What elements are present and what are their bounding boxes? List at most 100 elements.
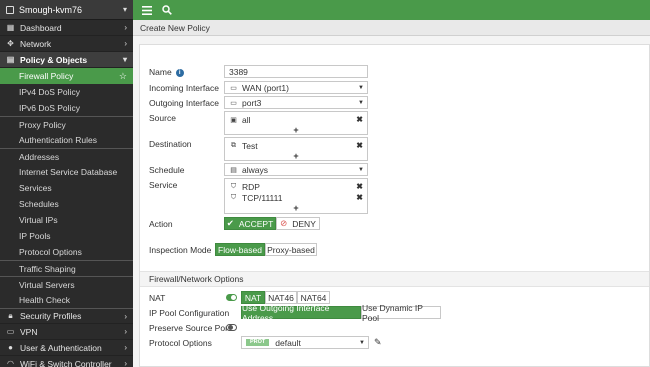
nav-dashboard[interactable]: ▦ Dashboard › (0, 20, 133, 36)
use-dynamic-ip-pool-button[interactable]: Use Dynamic IP Pool (361, 303, 441, 323)
destination-field[interactable]: ⧉ Test ✖ + (224, 137, 368, 161)
sidebar-item-ipv4-dos[interactable]: IPv4 DoS Policy (0, 84, 133, 100)
remove-icon[interactable]: ✖ (356, 115, 363, 124)
page-title: Create New Policy (133, 20, 650, 36)
name-label-text: Name (149, 67, 172, 77)
sidebar-item-label: Health Check (19, 295, 71, 305)
remove-icon[interactable]: ✖ (356, 141, 363, 150)
virtual-ip-icon: ⧉ (231, 141, 236, 149)
inspection-label: Inspection Mode (149, 245, 212, 255)
hamburger-menu-icon[interactable] (139, 2, 155, 18)
service-entry: ⛉ TCP/11111 ✖ (229, 192, 363, 203)
service-value: TCP/11111 (242, 192, 283, 203)
sidebar-item-firewall-policy[interactable]: Firewall Policy ☆ (0, 68, 133, 84)
source-label: Source (149, 113, 176, 123)
schedule-select[interactable]: ▤ always ▼ (224, 163, 368, 176)
star-icon[interactable]: ☆ (119, 71, 127, 82)
sidebar-item-addresses[interactable]: Addresses (0, 148, 133, 164)
nav-vpn-label: VPN (20, 326, 38, 337)
sidebar: Smough-kvm76 ▾ ▦ Dashboard › ✥ Network ›… (0, 0, 133, 367)
sidebar-item-ipv6-dos[interactable]: IPv6 DoS Policy (0, 100, 133, 116)
sidebar-item-health-check[interactable]: Health Check (0, 292, 133, 308)
port-icon: ▭ (230, 84, 237, 92)
incoming-interface-select[interactable]: ▭ WAN (port1) ▼ (224, 81, 368, 94)
flow-based-button[interactable]: Flow-based (215, 243, 265, 256)
nat-toggle[interactable] (226, 294, 237, 301)
sidebar-item-services[interactable]: Services (0, 180, 133, 196)
sidebar-item-label: Virtual IPs (19, 215, 58, 225)
sidebar-item-label: Schedules (19, 199, 59, 209)
service-entry: ⛉ RDP ✖ (229, 181, 363, 192)
device-selector[interactable]: Smough-kvm76 ▾ (0, 0, 133, 20)
nat-label: NAT (149, 293, 166, 303)
address-icon: ▣ (230, 116, 237, 124)
caret-down-icon: ▼ (358, 166, 364, 173)
nav-vpn[interactable]: ▭ VPN › (0, 324, 133, 340)
use-outgoing-interface-button[interactable]: Use Outgoing Interface Address (241, 303, 361, 323)
info-icon[interactable]: i (175, 68, 184, 77)
inspection-row: Inspection Mode (149, 245, 224, 255)
add-source-button[interactable]: + (229, 125, 363, 135)
remove-icon[interactable]: ✖ (356, 193, 363, 202)
dashboard-icon: ▦ (6, 23, 15, 32)
incoming-value: WAN (port1) (242, 82, 289, 93)
nav-security-profiles[interactable]: 🔒︎ Security Profiles › (0, 308, 133, 324)
nav-security-profiles-label: Security Profiles (20, 311, 82, 321)
sidebar-item-schedules[interactable]: Schedules (0, 196, 133, 212)
destination-label: Destination (149, 139, 192, 149)
service-row: Service (149, 180, 224, 190)
chevron-right-icon: › (124, 359, 127, 367)
outgoing-label: Outgoing Interface (149, 98, 219, 108)
sidebar-item-label: Addresses (19, 151, 60, 162)
edit-pencil-icon[interactable]: ✎ (374, 337, 382, 348)
deny-button[interactable]: ⊘ DENY (276, 217, 320, 230)
sidebar-item-virtual-ips[interactable]: Virtual IPs (0, 212, 133, 228)
sidebar-item-ip-pools[interactable]: IP Pools (0, 228, 133, 244)
sidebar-item-label: Proxy Policy (19, 119, 66, 130)
deny-label: DENY (292, 218, 316, 229)
sidebar-item-isdb[interactable]: Internet Service Database (0, 164, 133, 180)
name-input[interactable]: 3389 (224, 65, 368, 78)
chevron-down-icon: ▾ (122, 55, 127, 64)
sidebar-item-auth-rules[interactable]: Authentication Rules (0, 132, 133, 148)
policy-form: Name i 3389 Incoming Interface ▭ WAN (port… (139, 44, 650, 367)
nav-user-auth[interactable]: ● User & Authentication › (0, 340, 133, 356)
remove-icon[interactable]: ✖ (356, 182, 363, 191)
protocol-options-value: default (275, 337, 301, 348)
outgoing-row: Outgoing Interface (149, 98, 224, 108)
preserve-source-port-toggle[interactable] (226, 324, 237, 331)
device-name: Smough-kvm76 (19, 4, 83, 15)
nav-policy-objects[interactable]: ▤ Policy & Objects ▾ (0, 52, 133, 68)
nav-network[interactable]: ✥ Network › (0, 36, 133, 52)
chevron-down-icon: ▾ (122, 5, 127, 14)
sidebar-item-protocol-options[interactable]: Protocol Options (0, 244, 133, 260)
service-icon: ⛉ (230, 193, 237, 201)
sidebar-item-virtual-servers[interactable]: Virtual Servers (0, 276, 133, 292)
nav-wifi-switch[interactable]: ◠ WiFi & Switch Controller › (0, 356, 133, 367)
service-field[interactable]: ⛉ RDP ✖ ⛉ TCP/11111 ✖ + (224, 178, 368, 214)
name-value: 3389 (229, 66, 248, 77)
service-label: Service (149, 180, 178, 190)
add-destination-button[interactable]: + (229, 151, 363, 161)
chevron-right-icon: › (124, 23, 127, 32)
name-label: Name i (149, 67, 224, 77)
protocol-badge: PROT (246, 339, 270, 346)
chevron-right-icon: › (124, 311, 127, 321)
search-icon[interactable] (159, 2, 175, 18)
protocol-options-select[interactable]: PROT default ▼ (241, 336, 369, 349)
sidebar-item-traffic-shaping[interactable]: Traffic Shaping (0, 260, 133, 276)
source-row: Source (149, 113, 224, 123)
outgoing-interface-select[interactable]: ▭ port3 ▼ (224, 96, 368, 109)
proxy-based-button[interactable]: Proxy-based (265, 243, 317, 256)
source-field[interactable]: ▣ all ✖ + (224, 111, 368, 135)
service-icon: ⛉ (230, 182, 237, 190)
chevron-right-icon: › (124, 343, 127, 352)
network-icon: ✥ (7, 39, 14, 48)
sidebar-item-label: Protocol Options (19, 247, 82, 257)
sidebar-item-proxy-policy[interactable]: Proxy Policy (0, 116, 133, 132)
incoming-label: Incoming Interface (149, 83, 219, 93)
sidebar-item-label: Internet Service Database (19, 167, 118, 177)
add-service-button[interactable]: + (229, 203, 363, 213)
accept-button[interactable]: ✔ ACCEPT (224, 217, 276, 230)
calendar-icon: ▤ (230, 166, 237, 174)
